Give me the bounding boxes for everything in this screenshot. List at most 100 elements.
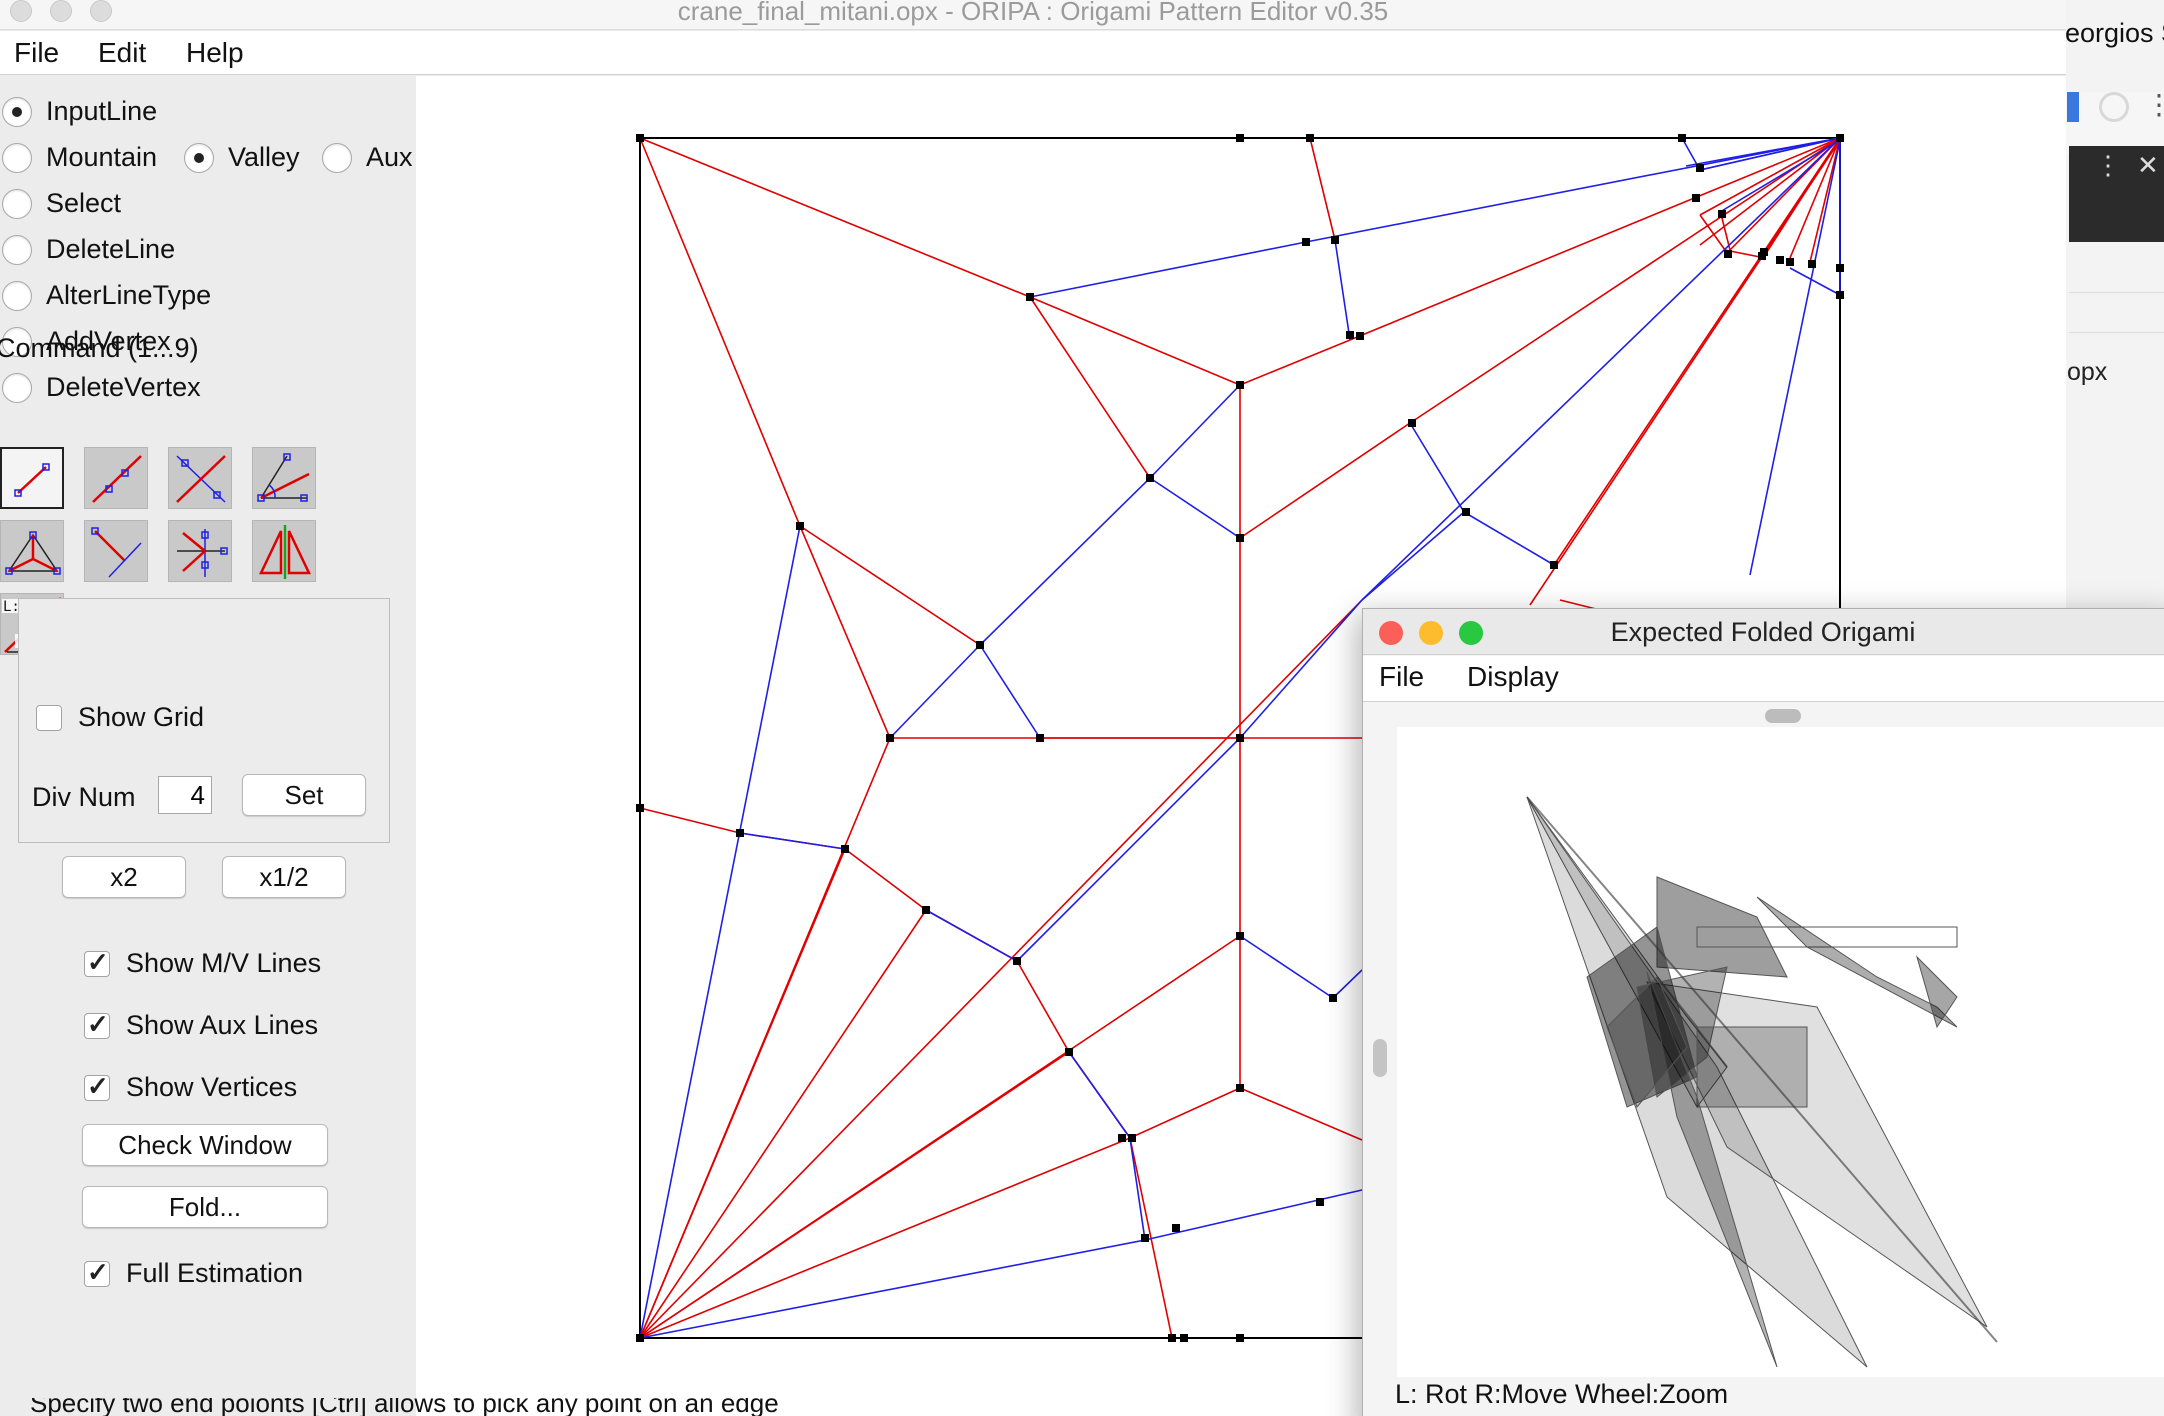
linetype-aux-radio[interactable]: Aux	[322, 142, 413, 173]
mirror-copy-icon[interactable]	[252, 520, 316, 582]
vertex-marker[interactable]	[1236, 381, 1244, 389]
checkbox[interactable]	[84, 1071, 110, 1102]
segment-line-icon[interactable]	[84, 447, 148, 509]
mountain-crease[interactable]	[1719, 139, 1841, 213]
mode-alterlinetype-radio[interactable]: AlterLineType	[2, 280, 211, 311]
mountain-crease[interactable]	[1789, 267, 1841, 296]
mountain-crease[interactable]	[1068, 1051, 1131, 1139]
perpendicular-bisector-icon[interactable]	[168, 447, 232, 509]
vertex-marker[interactable]	[736, 829, 744, 837]
vertex-marker[interactable]	[1316, 1198, 1324, 1206]
set-button[interactable]: Set	[242, 774, 366, 816]
vertex-marker[interactable]	[1236, 1334, 1244, 1342]
vertex-marker[interactable]	[1331, 236, 1339, 244]
radio-button[interactable]	[322, 142, 352, 173]
valley-crease[interactable]	[1553, 137, 1841, 566]
mountain-crease[interactable]	[1129, 1137, 1146, 1241]
vertex-marker[interactable]	[1065, 1048, 1073, 1056]
valley-crease[interactable]	[1029, 296, 1151, 479]
mountain-crease[interactable]	[639, 1239, 1146, 1339]
vertex-marker[interactable]	[1026, 293, 1034, 301]
valley-crease[interactable]	[639, 599, 1363, 1339]
vertex-marker[interactable]	[922, 906, 930, 914]
vertex-marker[interactable]	[1678, 134, 1686, 142]
vertex-marker[interactable]	[1236, 134, 1244, 142]
mode-deletevertex-radio[interactable]: DeleteVertex	[2, 372, 201, 403]
mountain-crease[interactable]	[925, 909, 1018, 962]
vertex-marker[interactable]	[636, 134, 644, 142]
vertex-marker[interactable]	[1356, 332, 1364, 340]
full-estimation-checkbox[interactable]: Full Estimation	[84, 1257, 303, 1289]
two-point-line-icon[interactable]	[0, 447, 64, 509]
perpendicular-line-icon[interactable]	[84, 520, 148, 582]
vertex-marker[interactable]	[1462, 508, 1470, 516]
fold-button[interactable]: Fold...	[82, 1186, 328, 1228]
more-options-icon[interactable]: ⋮	[2095, 150, 2121, 181]
vertex-marker[interactable]	[1236, 1084, 1244, 1092]
vertex-marker[interactable]	[1718, 210, 1726, 218]
mountain-crease[interactable]	[1239, 935, 1334, 999]
mountain-crease[interactable]	[1144, 1189, 1363, 1241]
radio-button[interactable]	[2, 234, 32, 265]
background-file-label[interactable]: opx	[2067, 358, 2107, 387]
vertex-marker[interactable]	[886, 734, 894, 742]
valley-crease[interactable]	[639, 935, 1241, 1339]
radio-button[interactable]	[184, 142, 214, 173]
vertex-marker[interactable]	[1013, 957, 1021, 965]
vertex-marker[interactable]	[1836, 291, 1844, 299]
symmetric-line-icon[interactable]	[168, 520, 232, 582]
vertex-marker[interactable]	[1776, 256, 1784, 264]
vertex-marker[interactable]	[1236, 534, 1244, 542]
show-mv-lines-checkbox[interactable]: Show M/V Lines	[84, 947, 321, 979]
valley-crease[interactable]	[1239, 422, 1411, 539]
record-icon[interactable]	[2099, 92, 2129, 122]
vertex-marker[interactable]	[1168, 1334, 1176, 1342]
radio-button[interactable]	[2, 280, 32, 311]
mountain-crease[interactable]	[1149, 384, 1241, 479]
mountain-crease[interactable]	[979, 477, 1151, 646]
show-vertices-checkbox[interactable]: Show Vertices	[84, 1071, 297, 1103]
linetype-valley-radio[interactable]: Valley	[184, 142, 300, 173]
vertex-marker[interactable]	[1172, 1224, 1180, 1232]
valley-crease[interactable]	[1699, 214, 1726, 251]
vertex-marker[interactable]	[636, 804, 644, 812]
mountain-crease[interactable]	[1361, 511, 1465, 601]
checkbox[interactable]	[84, 1257, 110, 1288]
menu-edit[interactable]: Edit	[98, 37, 146, 69]
mountain-crease[interactable]	[1239, 599, 1363, 739]
valley-crease[interactable]	[1016, 960, 1070, 1053]
vertex-marker[interactable]	[796, 522, 804, 530]
grid-half-button[interactable]: x1/2	[222, 856, 346, 898]
side-resize-handle[interactable]	[1373, 1039, 1387, 1077]
vertex-marker[interactable]	[1836, 264, 1844, 272]
valley-crease[interactable]	[1349, 137, 1841, 341]
mountain-crease[interactable]	[1361, 137, 1841, 601]
mountain-crease[interactable]	[1463, 511, 1555, 566]
angle-bisector-icon[interactable]	[252, 447, 316, 509]
vertex-marker[interactable]	[1306, 134, 1314, 142]
mode-deleteline-radio[interactable]: DeleteLine	[2, 234, 175, 265]
folded-model-view[interactable]	[1397, 727, 2164, 1377]
mode-select-radio[interactable]: Select	[2, 188, 121, 219]
vertex-marker[interactable]	[976, 641, 984, 649]
vertex-marker[interactable]	[1836, 134, 1844, 142]
close-icon[interactable]: ✕	[2137, 150, 2159, 181]
vertex-marker[interactable]	[1128, 1134, 1136, 1142]
vertex-marker[interactable]	[1346, 331, 1354, 339]
valley-crease[interactable]	[1309, 137, 1336, 241]
checkbox[interactable]	[84, 947, 110, 978]
mountain-crease[interactable]	[1305, 137, 1841, 243]
mountain-crease[interactable]	[1149, 477, 1241, 539]
vertex-marker[interactable]	[841, 845, 849, 853]
vertex-marker[interactable]	[1236, 932, 1244, 940]
menu-help[interactable]: Help	[186, 37, 244, 69]
vertex-marker[interactable]	[1141, 1234, 1149, 1242]
mountain-crease[interactable]	[639, 525, 801, 1339]
valley-crease[interactable]	[1699, 137, 1841, 216]
mountain-crease[interactable]	[979, 644, 1041, 739]
valley-crease[interactable]	[1129, 1087, 1241, 1139]
valley-crease[interactable]	[639, 137, 1031, 298]
show-aux-lines-checkbox[interactable]: Show Aux Lines	[84, 1009, 318, 1041]
mountain-crease[interactable]	[1334, 239, 1351, 341]
vertex-marker[interactable]	[1236, 734, 1244, 742]
